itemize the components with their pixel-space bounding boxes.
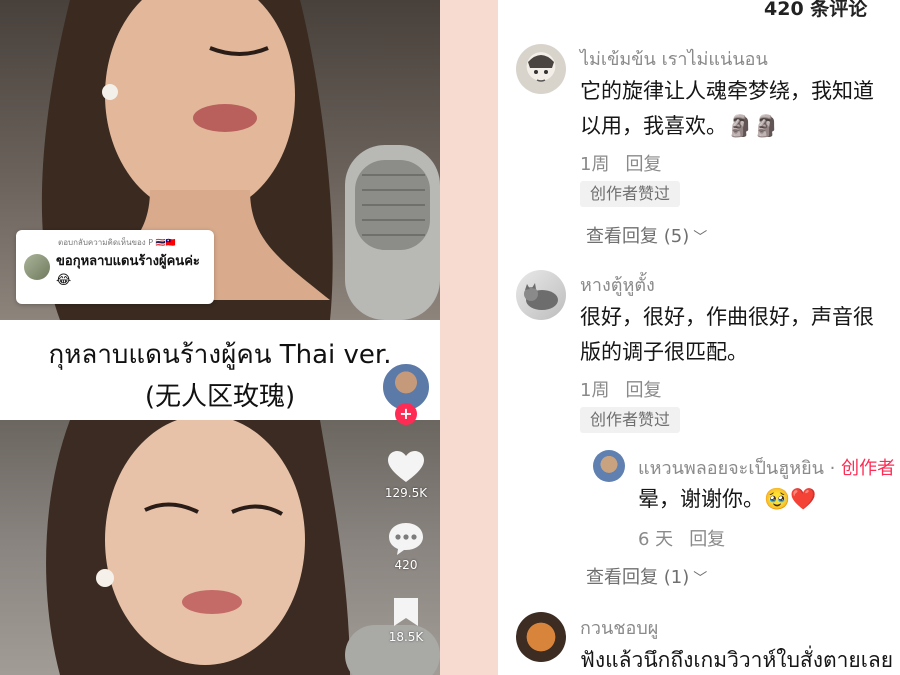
reply-meta: 6 天回复 [638, 525, 741, 551]
comment-username[interactable]: หางตู้หูตั้ง [580, 270, 655, 299]
sticker-text: ขอกุหลาบแดนร้างผู้คนค่ะ😂 [56, 254, 200, 288]
reply-username-line: แหวนพลอยจะเป็นฮูหยิน · 创作者 [638, 453, 895, 482]
chevron-down-icon: ﹀ [693, 571, 708, 587]
like-count: 129.5K [384, 486, 428, 500]
like-button[interactable]: 129.5K [376, 450, 436, 500]
comment-username[interactable]: กวนชอบผู [580, 613, 658, 642]
reply-button[interactable]: 回复 [625, 380, 661, 401]
comment-text-line: 以用，我喜欢。🗿🗿 [580, 114, 780, 138]
view-replies-label: 查看回复 (1) [586, 567, 690, 588]
comments-header-count: 420 条评论 [764, 0, 868, 20]
comment-text-line: ฟังแล้วนึกถึงเกมวิวาห์ใบสั่งตายเลย [580, 648, 894, 672]
comment-avatar[interactable] [516, 612, 566, 662]
reply-button[interactable]: 回复 [625, 154, 661, 175]
creator-tag: 创作者 [841, 458, 896, 479]
heart-icon [388, 451, 424, 482]
follow-button[interactable]: + [395, 403, 417, 425]
comment-text-line: 很好，很好，作曲很好，声音很 [580, 305, 874, 329]
view-replies-button[interactable]: 查看回复 (1) ﹀ [586, 563, 707, 589]
caption-subtitle: (无人区玫瑰) [144, 382, 296, 412]
comment-avatar[interactable] [516, 270, 566, 320]
comment-bubble-icon [389, 523, 423, 555]
creator-liked-badge: 创作者赞过 [580, 407, 681, 433]
comment-count: 420 [394, 558, 418, 572]
comment-button[interactable]: 420 [376, 522, 436, 572]
comment-text-line: 它的旋律让人魂牵梦绕，我知道 [580, 79, 874, 103]
reply-avatar[interactable] [593, 450, 625, 482]
comment-text-line: 版的调子很匹配。 [580, 340, 748, 364]
split-divider [440, 0, 498, 675]
comment-time: 1周 [580, 154, 610, 175]
reply-button[interactable]: 回复 [689, 529, 725, 550]
comment-meta: 1周 回复 [580, 150, 677, 176]
creator-liked-badge: 创作者赞过 [580, 181, 681, 207]
separator-dot: · [823, 458, 842, 479]
comment-avatar[interactable] [516, 44, 566, 94]
reply-text: 晕，谢谢你。🥹❤️ [638, 487, 817, 511]
video-frame-bottom [0, 420, 440, 675]
sticker-reply-label: ตอบกลับความคิดเห็นของ P 🇹🇭🇹🇼 [58, 238, 176, 247]
reply-sticker[interactable]: ตอบกลับความคิดเห็นของ P 🇹🇭🇹🇼 ขอกุหลาบแดน… [16, 230, 214, 304]
video-panel[interactable]: ตอบกลับความคิดเห็นของ P 🇹🇭🇹🇼 ขอกุหลาบแดน… [0, 0, 440, 675]
bookmark-icon [394, 598, 418, 626]
comment-meta: 1周 回复 [580, 376, 677, 402]
reply-time: 6 天 [638, 529, 674, 550]
chevron-down-icon: ﹀ [693, 230, 708, 246]
sticker-avatar [24, 254, 50, 280]
comment-time: 1周 [580, 380, 610, 401]
caption-title: กุหลาบแดนร้างผู้คน Thai ver. [48, 340, 392, 370]
view-replies-button[interactable]: 查看回复 (5) ﹀ [586, 222, 707, 248]
save-count: 18.5K [388, 630, 424, 644]
view-replies-label: 查看回复 (5) [586, 226, 690, 247]
caption-band: กุหลาบแดนร้างผู้คน Thai ver. (无人区玫瑰) [0, 320, 440, 420]
comments-panel[interactable]: 420 条评论 ไม่เข้มข้น เราไม่แน่นอน 它的旋律让人魂牵… [498, 0, 900, 675]
anime-avatar-icon [528, 55, 554, 82]
save-button[interactable]: 18.5K [376, 596, 436, 644]
comment-username[interactable]: ไม่เข้มข้น เราไม่แน่นอน [580, 44, 768, 73]
cat-avatar-icon [524, 283, 558, 310]
reply-username[interactable]: แหวนพลอยจะเป็นฮูหยิน [638, 458, 824, 479]
